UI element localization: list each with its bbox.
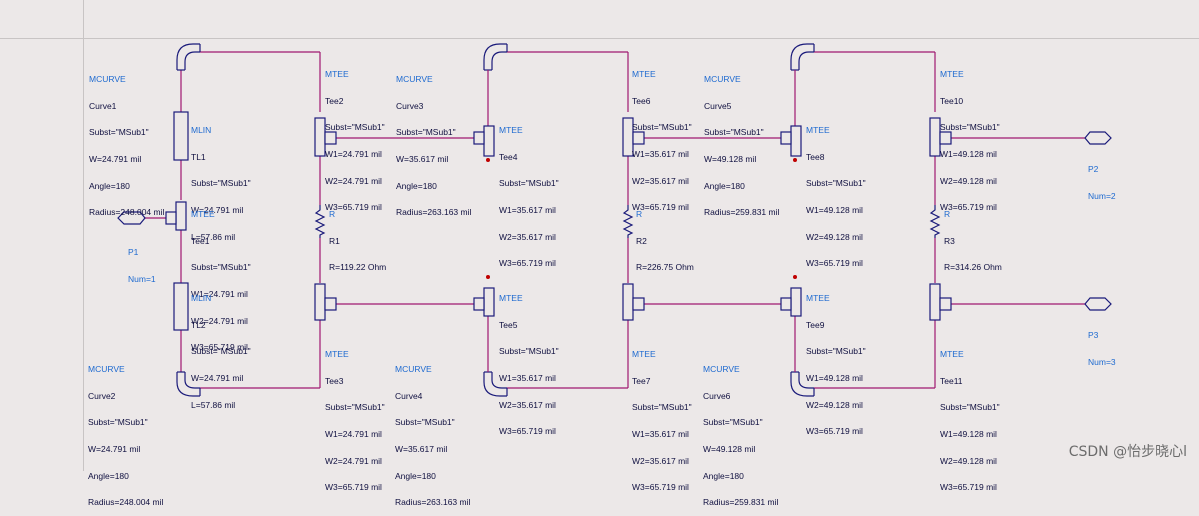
p2-label: P2 Num=2 — [1088, 163, 1116, 201]
tee7-label: MTEE Tee7 Subst="MSub1" W1=35.617 mil W2… — [632, 348, 692, 493]
curve2-label: MCURVE Curve2 Subst="MSub1" W=24.791 mil… — [88, 363, 164, 508]
tee9-symbol[interactable] — [780, 287, 802, 317]
p3-label: P3 Num=3 — [1088, 329, 1116, 367]
port-p3-symbol[interactable] — [1084, 297, 1112, 311]
curve5-symbol[interactable] — [790, 43, 815, 71]
pin-marker — [486, 275, 490, 279]
tee5-symbol[interactable] — [473, 287, 495, 317]
r1-label: R R1 R=119.22 Ohm — [329, 208, 387, 273]
curve3-label: MCURVE Curve3 Subst="MSub1" W=35.617 mil… — [396, 73, 472, 218]
tee7-symbol[interactable] — [622, 283, 645, 321]
curve4-label: MCURVE Curve4 Subst="MSub1" W=35.617 mil… — [395, 363, 471, 508]
tee4-label: MTEE Tee4 Subst="MSub1" W1=35.617 mil W2… — [499, 124, 559, 269]
r2-label: R R2 R=226.75 Ohm — [636, 208, 694, 273]
curve1-label: MCURVE Curve1 Subst="MSub1" W=24.791 mil… — [89, 73, 165, 218]
schematic-canvas[interactable] — [0, 0, 1199, 471]
pin-marker — [793, 275, 797, 279]
p1-label: P1 Num=1 — [128, 246, 156, 284]
port-p2-symbol[interactable] — [1084, 131, 1112, 145]
r2-symbol[interactable] — [622, 205, 634, 238]
r1-symbol[interactable] — [314, 205, 326, 238]
tee4-symbol[interactable] — [473, 125, 495, 157]
tee8-symbol[interactable] — [780, 125, 802, 157]
curve6-label: MCURVE Curve6 Subst="MSub1" W=49.128 mil… — [703, 363, 779, 508]
pin-marker — [793, 158, 797, 162]
tee8-label: MTEE Tee8 Subst="MSub1" W1=49.128 mil W2… — [806, 124, 866, 269]
curve1-symbol[interactable] — [176, 43, 201, 71]
pin-marker — [486, 158, 490, 162]
tee11-label: MTEE Tee11 Subst="MSub1" W1=49.128 mil W… — [940, 348, 1000, 493]
r3-label: R R3 R=314.26 Ohm — [944, 208, 1002, 273]
tl2-label: MLIN TL2 Subst="MSub1" W=24.791 mil L=57… — [191, 292, 251, 410]
curve3-symbol[interactable] — [483, 43, 508, 71]
tee1-symbol[interactable] — [165, 201, 187, 231]
curve5-label: MCURVE Curve5 Subst="MSub1" W=49.128 mil… — [704, 73, 780, 218]
tl2-symbol[interactable] — [173, 282, 189, 331]
tee11-symbol[interactable] — [929, 283, 952, 321]
tl1-symbol[interactable] — [173, 111, 189, 161]
tee3-symbol[interactable] — [314, 283, 337, 321]
csdn-watermark: CSDN @怡步晓心l — [1068, 444, 1187, 460]
tee3-label: MTEE Tee3 Subst="MSub1" W1=24.791 mil W2… — [325, 348, 385, 493]
tee9-label: MTEE Tee9 Subst="MSub1" W1=49.128 mil W2… — [806, 292, 866, 437]
r3-symbol[interactable] — [929, 205, 941, 238]
tee5-label: MTEE Tee5 Subst="MSub1" W1=35.617 mil W2… — [499, 292, 559, 437]
